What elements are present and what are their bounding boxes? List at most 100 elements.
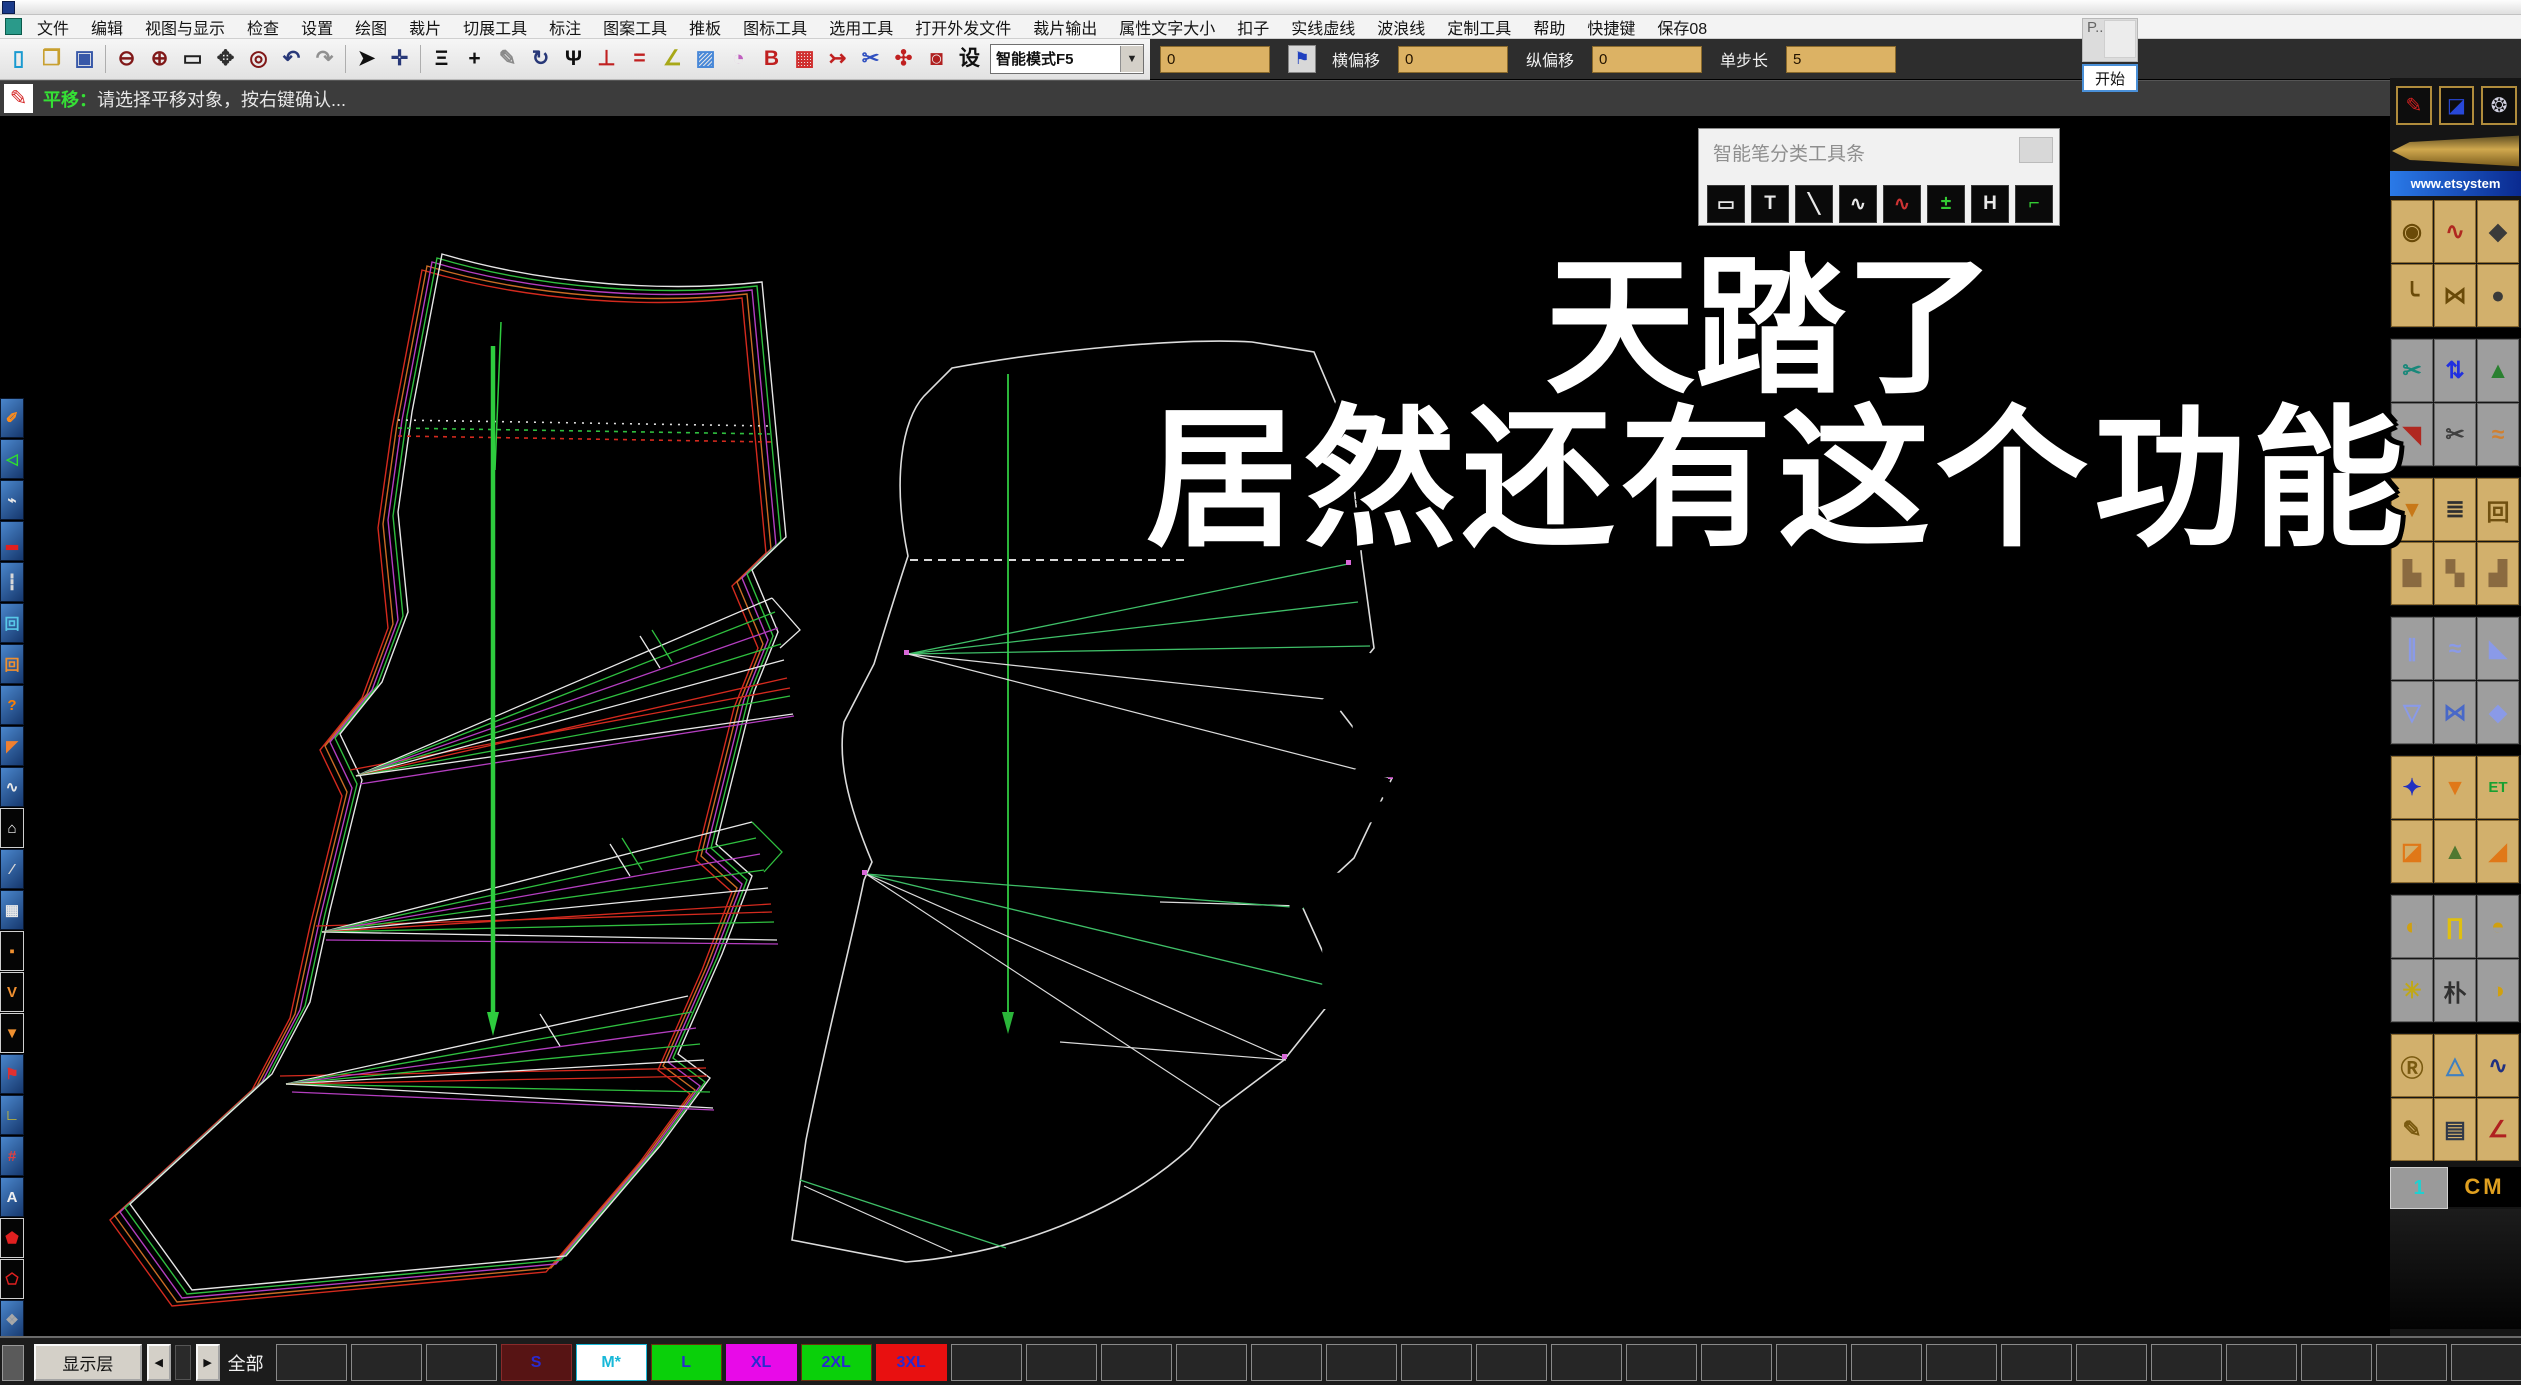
iron-tool-icon[interactable]: ◐ [2391, 895, 2433, 958]
dart-v-tool-icon[interactable]: V [0, 972, 24, 1012]
recorder-start-button[interactable]: 开始 [2082, 64, 2138, 92]
layer-cell[interactable] [2001, 1344, 2072, 1381]
save-icon[interactable]: ▣ [68, 43, 101, 75]
slash-dots-tool-icon[interactable]: ⁄ [0, 849, 24, 889]
scroll-corner[interactable] [2, 1345, 24, 1381]
divide-marks-icon[interactable]: ┇ [0, 562, 24, 602]
menu-item-视图与显示[interactable]: 视图与显示 [134, 15, 236, 39]
dart-down-icon[interactable]: ▽ [2391, 681, 2433, 744]
menu-item-属性文字大小[interactable]: 属性文字大小 [1108, 15, 1226, 39]
pan-hand-icon[interactable]: ✥ [209, 43, 242, 75]
next-size-button[interactable]: ▶ [196, 1344, 220, 1381]
menu-item-保存08[interactable]: 保存08 [1646, 15, 1718, 39]
layer-cell[interactable] [1701, 1344, 1772, 1381]
rect-tool[interactable]: ▭ [1707, 185, 1745, 223]
corner-piece-icon[interactable]: ◪ [2391, 820, 2433, 883]
rect-blue-icon[interactable]: 回 [0, 603, 24, 643]
grid-tool-icon[interactable]: # [0, 1136, 24, 1176]
curve-measure-icon[interactable]: ∿ [2477, 1034, 2519, 1097]
protractor-tool-icon[interactable]: ◔ [722, 43, 755, 75]
spiral-tool-icon[interactable]: 回 [2477, 478, 2519, 541]
scissors-tool-icon[interactable]: ✂ [854, 43, 887, 75]
size-scroll-track[interactable] [175, 1345, 191, 1380]
layer-cell[interactable] [2451, 1344, 2521, 1381]
menu-item-文件[interactable]: 文件 [26, 15, 80, 39]
tape-measure-icon[interactable]: Ⓡ [2391, 1034, 2433, 1097]
layer-cell[interactable] [1401, 1344, 1472, 1381]
pants-tool-icon[interactable]: ∏ [2434, 895, 2476, 958]
layer-cell[interactable] [1101, 1344, 1172, 1381]
polygon-line-tool-icon[interactable]: ⬠ [0, 1259, 24, 1299]
blob-tool-icon[interactable]: ❖ [0, 1300, 24, 1340]
angle-tool-icon[interactable]: ∠ [656, 43, 689, 75]
layer-cell[interactable] [1026, 1344, 1097, 1381]
red-baseline-icon[interactable]: ▂ [0, 521, 24, 561]
zoom-in-icon[interactable]: ⊕ [143, 43, 176, 75]
pins-tool-icon[interactable]: ⚑ [0, 1054, 24, 1094]
wave-piece-icon[interactable]: ≈ [2477, 403, 2519, 466]
chevron-down-icon[interactable]: ▼ [1120, 46, 1143, 72]
pant-piece-icon[interactable]: ▚ [2434, 542, 2476, 605]
mirror-icon[interactable]: ⚑ [1288, 45, 1316, 73]
step-start-input[interactable] [1160, 46, 1270, 73]
awl-tool-icon[interactable]: ✎ [2391, 1098, 2433, 1161]
basting-tool-icon[interactable]: 朴 [2434, 959, 2476, 1022]
parallel-tool-icon[interactable]: = [623, 43, 656, 75]
hanger-tool-icon[interactable]: ◓ [2477, 895, 2519, 958]
dart-pair-icon[interactable]: ◣ [2477, 617, 2519, 680]
stamp-tool-icon[interactable]: B [755, 43, 788, 75]
select-arrow-icon[interactable]: ➤ [350, 43, 383, 75]
perpendicular-tool-icon[interactable]: ⊥ [590, 43, 623, 75]
curve-ruler-icon[interactable]: ╰ [2391, 264, 2433, 327]
curve-tool[interactable]: ∿ [1839, 185, 1877, 223]
stitch-tool-icon[interactable]: ∿ [2434, 200, 2476, 263]
capture-tool-icon[interactable]: ◙ [920, 43, 953, 75]
calculator-icon[interactable]: ▤ [2434, 1098, 2476, 1161]
size-button-XL[interactable]: XL [726, 1344, 797, 1381]
menu-item-切展工具[interactable]: 切展工具 [452, 15, 538, 39]
swap-tool-icon[interactable]: ⇅ [2434, 339, 2476, 402]
layer-cell[interactable] [2151, 1344, 2222, 1381]
block-tool-icon[interactable]: ▪ [0, 931, 24, 971]
add-point-icon[interactable]: + [458, 43, 491, 75]
dart-triangle-tool-icon[interactable]: ▼ [0, 1013, 24, 1053]
menu-item-设置[interactable]: 设置 [290, 15, 344, 39]
curve-pen-icon[interactable]: ✐ [0, 398, 24, 438]
layer-cell[interactable] [1476, 1344, 1547, 1381]
menu-item-图标工具[interactable]: 图标工具 [732, 15, 818, 39]
layer-cell[interactable] [2226, 1344, 2297, 1381]
step-length-input[interactable] [1786, 46, 1896, 73]
size-button-2XL[interactable]: 2XL [801, 1344, 872, 1381]
layer-cell[interactable] [1326, 1344, 1397, 1381]
layer-cell[interactable] [276, 1344, 347, 1381]
help-tool-icon[interactable]: ? [0, 685, 24, 725]
zoom-area-icon[interactable]: ◎ [242, 43, 275, 75]
sewing-machine-icon[interactable]: ◆ [2477, 200, 2519, 263]
fork-tool-icon[interactable]: Ψ [557, 43, 590, 75]
layer-cell[interactable] [1551, 1344, 1622, 1381]
smart-pen-panel[interactable]: 智能笔分类工具条 ▭T╲∿∿±H⌐ [1698, 128, 2060, 226]
et-ruler-icon[interactable]: ET [2477, 756, 2519, 819]
menu-item-推板[interactable]: 推板 [678, 15, 732, 39]
layer-cell[interactable] [2376, 1344, 2447, 1381]
size-button-L[interactable]: L [651, 1344, 722, 1381]
layer-cell[interactable] [2076, 1344, 2147, 1381]
menu-item-扣子[interactable]: 扣子 [1226, 15, 1280, 39]
download-piece-icon[interactable]: ▼ [2434, 756, 2476, 819]
polygon-fill-tool-icon[interactable]: ⬟ [0, 1218, 24, 1258]
menu-item-标注[interactable]: 标注 [538, 15, 592, 39]
zoom-out-icon[interactable]: ⊖ [110, 43, 143, 75]
pieces-tool-icon[interactable]: ▟ [2477, 542, 2519, 605]
unit-label[interactable]: CM [2448, 1167, 2521, 1207]
layer-cell[interactable] [2301, 1344, 2372, 1381]
corner-tool[interactable]: ⌐ [2015, 185, 2053, 223]
punch-tool-icon[interactable]: ◉ [2391, 200, 2433, 263]
menu-item-打开外发文件[interactable]: 打开外发文件 [904, 15, 1022, 39]
text-a-tool-icon[interactable]: A [0, 1177, 24, 1217]
pleat-fold-icon[interactable]: ≈ [2434, 617, 2476, 680]
move-tool-icon[interactable]: ✛ [383, 43, 416, 75]
menu-item-编辑[interactable]: 编辑 [80, 15, 134, 39]
overlock-machine-icon[interactable]: ● [2477, 264, 2519, 327]
menu-item-图案工具[interactable]: 图案工具 [592, 15, 678, 39]
layer-cell[interactable] [426, 1344, 497, 1381]
